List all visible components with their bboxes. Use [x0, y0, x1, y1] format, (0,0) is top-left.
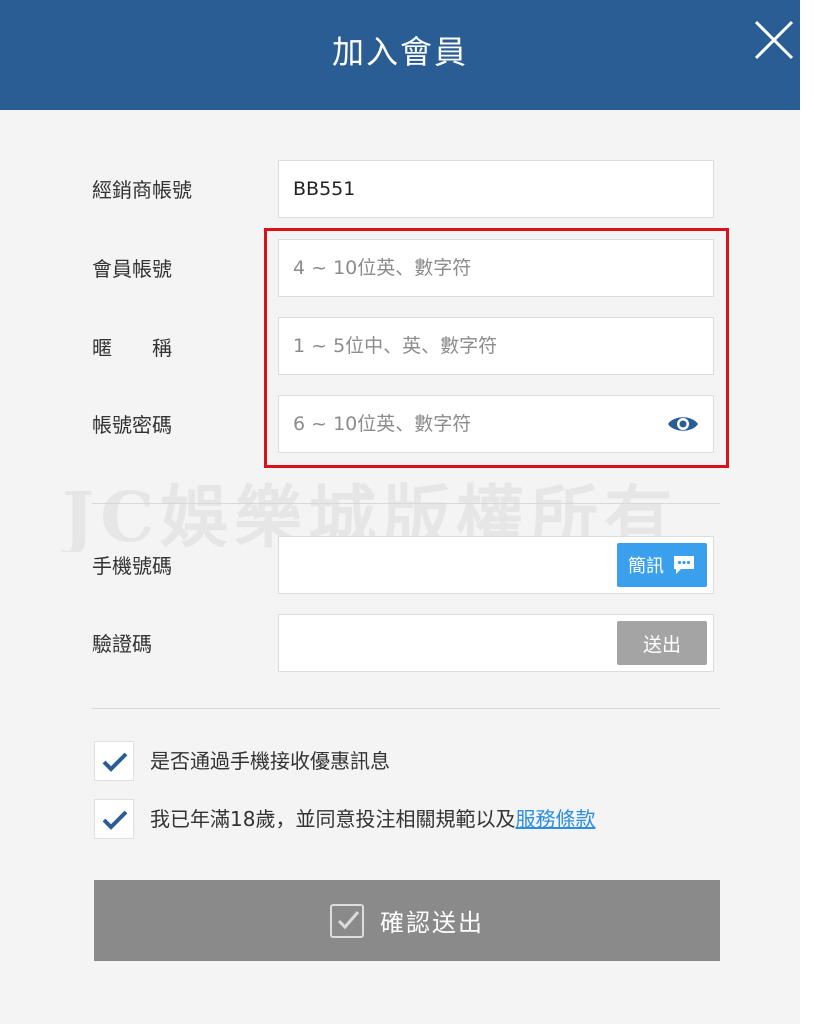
terms-of-service-link[interactable]: 服務條款	[515, 807, 595, 831]
highlight-frame	[264, 228, 729, 468]
terms-label-text: 我已年滿18歲，並同意投注相關規範以及	[150, 807, 516, 831]
dealer-account-input[interactable]	[279, 161, 713, 217]
dealer-account-label: 經銷商帳號	[92, 178, 192, 202]
phone-field-wrap: 簡訊	[278, 536, 714, 594]
promo-sms-label: 是否通過手機接收優惠訊息	[150, 749, 390, 773]
phone-label: 手機號碼	[92, 554, 172, 578]
promo-sms-checkbox[interactable]	[94, 741, 134, 781]
modal-title: 加入會員	[331, 33, 468, 71]
verify-code-field-wrap: 送出	[278, 614, 714, 672]
sms-button-label: 簡訊	[628, 556, 664, 577]
submit-button[interactable]: 確認送出	[94, 880, 720, 961]
page-edge	[800, 0, 814, 1024]
chat-bubble-icon	[674, 556, 694, 574]
dealer-account-field-wrap	[278, 160, 714, 218]
modal-header: 加入會員	[0, 0, 800, 110]
divider-top	[92, 503, 720, 504]
nickname-label: 暱 稱	[92, 336, 172, 360]
checkbox-icon	[330, 903, 364, 938]
checkmark-icon	[102, 752, 128, 772]
verify-code-label: 驗證碼	[92, 632, 152, 656]
checkmark-icon	[102, 810, 128, 830]
submit-button-label: 確認送出	[380, 909, 484, 937]
terms-checkbox[interactable]	[94, 799, 134, 839]
send-code-button[interactable]: 送出	[617, 621, 707, 665]
sms-button[interactable]: 簡訊	[617, 543, 707, 587]
password-label: 帳號密碼	[92, 413, 172, 437]
close-button[interactable]	[748, 14, 800, 66]
member-account-label: 會員帳號	[92, 257, 172, 281]
divider-bottom	[92, 708, 720, 709]
terms-label: 我已年滿18歲，並同意投注相關規範以及服務條款	[150, 804, 595, 834]
close-icon	[754, 20, 794, 60]
